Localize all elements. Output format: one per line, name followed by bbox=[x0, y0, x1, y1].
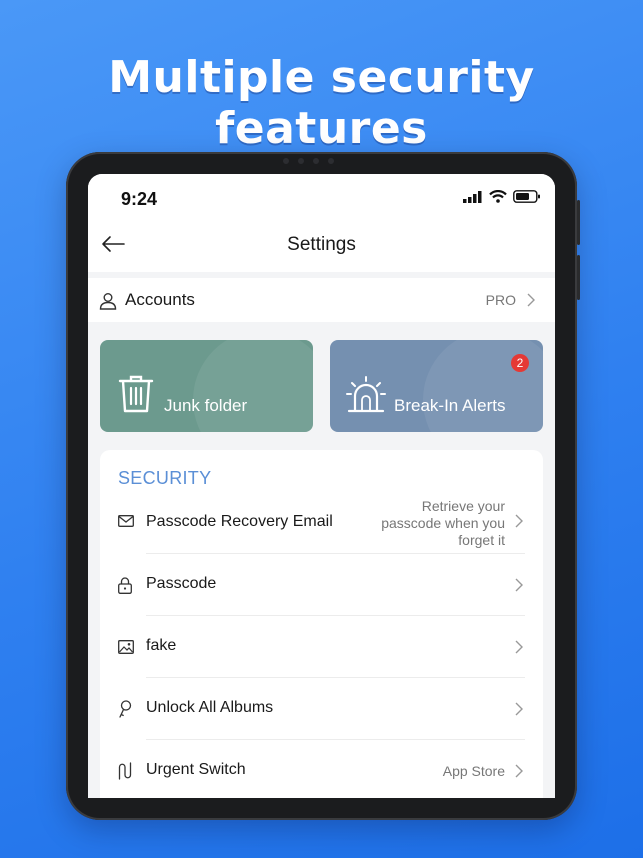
app-screen: 9:24 Settings Accounts PRO Junk folder B… bbox=[88, 174, 555, 798]
urgent-switch-row[interactable]: Urgent Switch App Store bbox=[100, 740, 543, 798]
chevron-right-icon bbox=[515, 514, 523, 528]
notification-badge: 2 bbox=[511, 354, 529, 372]
passcode-recovery-email-row[interactable]: Passcode Recovery Email Retrieve your pa… bbox=[100, 494, 543, 554]
lock-icon bbox=[118, 577, 132, 594]
break-in-alerts-label: Break-In Alerts bbox=[394, 396, 506, 415]
camera-sensors bbox=[283, 156, 363, 166]
chevron-right-icon bbox=[515, 764, 523, 778]
junk-folder-label: Junk folder bbox=[164, 396, 248, 415]
junk-folder-card[interactable]: Junk folder bbox=[100, 340, 313, 432]
status-bar: 9:24 bbox=[88, 174, 555, 220]
chevron-right-icon bbox=[515, 578, 523, 592]
volume-button bbox=[577, 200, 580, 245]
row-label: Passcode bbox=[146, 575, 217, 592]
nav-bar: Settings bbox=[88, 220, 555, 272]
fake-row[interactable]: fake bbox=[100, 616, 543, 678]
unlock-all-albums-row[interactable]: Unlock All Albums bbox=[100, 678, 543, 740]
chevron-right-icon bbox=[515, 702, 523, 716]
wifi-icon bbox=[489, 190, 507, 203]
passcode-row[interactable]: Passcode bbox=[100, 554, 543, 616]
mail-icon bbox=[118, 515, 134, 527]
security-panel: SECURITY Passcode Recovery Email Retriev… bbox=[100, 450, 543, 798]
key-icon bbox=[119, 700, 132, 718]
alarm-light-icon bbox=[346, 376, 386, 413]
row-value: App Store bbox=[442, 763, 505, 779]
pro-badge: PRO bbox=[485, 292, 516, 308]
battery-icon bbox=[513, 190, 540, 203]
chevron-right-icon bbox=[515, 640, 523, 654]
promo-headline: Multiple security features bbox=[108, 52, 535, 154]
break-in-alerts-card[interactable]: Break-In Alerts 2 bbox=[330, 340, 543, 432]
cellular-signal-icon bbox=[463, 190, 482, 203]
row-label: Urgent Switch bbox=[146, 761, 246, 778]
image-icon bbox=[118, 640, 134, 654]
trash-icon bbox=[118, 375, 154, 413]
accounts-label: Accounts bbox=[125, 290, 195, 309]
row-value: Retrieve your passcode when you forget i… bbox=[381, 498, 505, 548]
row-label: fake bbox=[146, 637, 177, 654]
page-title: Settings bbox=[287, 234, 356, 255]
row-label: Unlock All Albums bbox=[146, 699, 274, 716]
chevron-right-icon bbox=[527, 293, 535, 307]
user-icon bbox=[99, 293, 117, 310]
switch-wave-icon bbox=[118, 762, 132, 780]
volume-button-2 bbox=[577, 255, 580, 300]
row-label: Passcode Recovery Email bbox=[146, 513, 333, 530]
security-heading: SECURITY bbox=[118, 468, 212, 488]
accounts-row[interactable]: Accounts PRO bbox=[88, 278, 555, 322]
status-time: 9:24 bbox=[121, 189, 158, 209]
